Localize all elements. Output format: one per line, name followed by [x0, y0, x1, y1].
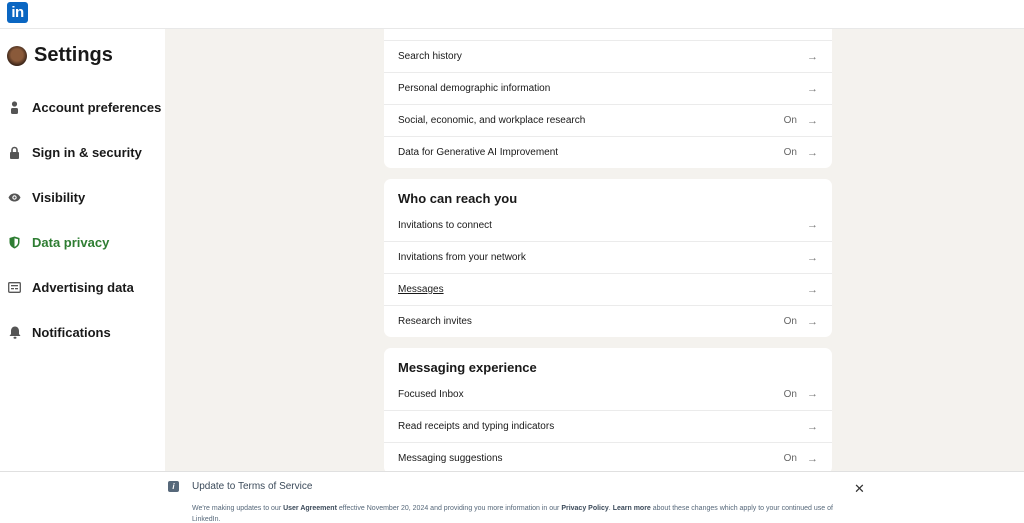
- sidebar-item-label: Sign in & security: [32, 144, 142, 160]
- privacy-policy-link[interactable]: Privacy Policy: [561, 505, 608, 512]
- sidebar-item-visibility[interactable]: Visibility: [8, 187, 85, 207]
- row-status: On: [783, 316, 797, 327]
- row-label: Focused Inbox: [398, 388, 464, 400]
- avatar[interactable]: [7, 45, 27, 66]
- row-label: Messages: [398, 284, 444, 295]
- sidebar-item-sign-in-security[interactable]: Sign in & security: [8, 142, 142, 162]
- settings-row-messaging-suggestions[interactable]: Messaging suggestions On →: [384, 442, 832, 474]
- settings-row-messages[interactable]: Messages →: [384, 273, 832, 305]
- top-bar: in: [0, 0, 1024, 29]
- row-label: Search history: [398, 51, 462, 62]
- arrow-right-icon: →: [807, 114, 818, 127]
- row-label: Data for Generative AI Improvement: [398, 147, 559, 158]
- settings-row-generative-ai[interactable]: Data for Generative AI Improvement On →: [384, 136, 832, 168]
- shield-icon: [8, 236, 21, 249]
- settings-row-research-invites[interactable]: Research invites On →: [384, 305, 832, 337]
- row-label: Social, economic, and workplace research: [398, 115, 586, 126]
- banner-text-part: We're making updates to our: [192, 505, 284, 512]
- linkedin-logo[interactable]: in: [7, 2, 28, 23]
- section-title: Who can reach you: [398, 191, 518, 206]
- row-label: Invitations to connect: [398, 219, 492, 231]
- sidebar-item-label: Visibility: [32, 189, 86, 205]
- settings-sidebar: Settings Account preferences Sign in & s…: [0, 29, 165, 523]
- eye-icon: [8, 191, 21, 204]
- sidebar-item-label: Notifications: [32, 324, 111, 340]
- arrow-right-icon: →: [807, 82, 818, 95]
- row-label: Messaging suggestions: [398, 453, 503, 464]
- row-status: On: [783, 115, 797, 126]
- settings-row-invitations-connect[interactable]: Invitations to connect →: [384, 209, 832, 241]
- sidebar-item-advertising-data[interactable]: Advertising data: [8, 277, 134, 297]
- bell-icon: [8, 326, 21, 339]
- row-label: Personal demographic information: [398, 83, 551, 94]
- arrow-right-icon: →: [807, 50, 818, 63]
- banner-text-part: effective November 20, 2024 and providin…: [336, 505, 562, 512]
- person-icon: [8, 100, 21, 114]
- who-can-reach-you-card: Who can reach you Invitations to connect…: [384, 179, 832, 337]
- settings-row-demographic[interactable]: Personal demographic information →: [384, 72, 832, 104]
- sidebar-item-label: Data privacy: [32, 234, 110, 250]
- row-label: Research invites: [398, 316, 472, 327]
- row-status: On: [783, 388, 797, 400]
- row-status: On: [783, 453, 797, 464]
- arrow-right-icon: →: [807, 452, 818, 465]
- row-status: On: [783, 147, 797, 158]
- learn-more-link[interactable]: Learn more: [613, 505, 651, 512]
- sidebar-item-data-privacy[interactable]: Data privacy: [8, 232, 109, 252]
- terms-update-banner: i Update to Terms of Service We're makin…: [0, 471, 1024, 523]
- arrow-right-icon: →: [807, 219, 818, 231]
- info-icon: i: [168, 481, 179, 492]
- arrow-right-icon: →: [807, 420, 818, 433]
- settings-row-invitations-network[interactable]: Invitations from your network →: [384, 241, 832, 273]
- sidebar-item-account-preferences[interactable]: Account preferences: [8, 97, 161, 117]
- settings-row-read-receipts[interactable]: Read receipts and typing indicators →: [384, 410, 832, 442]
- sidebar-item-label: Advertising data: [32, 279, 134, 295]
- banner-text: We're making updates to our User Agreeme…: [192, 503, 842, 523]
- banner-title: Update to Terms of Service: [192, 481, 313, 492]
- arrow-right-icon: →: [807, 146, 818, 159]
- arrow-right-icon: →: [807, 283, 818, 296]
- sidebar-item-notifications[interactable]: Notifications: [8, 322, 111, 342]
- settings-row-focused-inbox[interactable]: Focused Inbox On →: [384, 378, 832, 410]
- settings-row-research[interactable]: Social, economic, and workplace research…: [384, 104, 832, 136]
- arrow-right-icon: →: [807, 315, 818, 328]
- close-icon[interactable]: ✕: [854, 481, 865, 497]
- row-label: Invitations from your network: [398, 252, 526, 263]
- page-title: Settings: [34, 44, 113, 66]
- ad-card-icon: [8, 281, 21, 294]
- row-label: Read receipts and typing indicators: [398, 421, 555, 432]
- user-agreement-link[interactable]: User Agreement: [283, 505, 337, 512]
- settings-row-search-history[interactable]: Search history →: [384, 40, 832, 72]
- data-privacy-card: Search history → Personal demographic in…: [384, 8, 832, 168]
- sidebar-header: Settings: [7, 44, 113, 67]
- section-title: Messaging experience: [398, 360, 537, 375]
- sidebar-item-label: Account preferences: [32, 99, 162, 115]
- lock-icon: [8, 146, 21, 159]
- messaging-experience-card: Messaging experience Focused Inbox On → …: [384, 348, 832, 474]
- arrow-right-icon: →: [807, 251, 818, 264]
- arrow-right-icon: →: [807, 388, 818, 400]
